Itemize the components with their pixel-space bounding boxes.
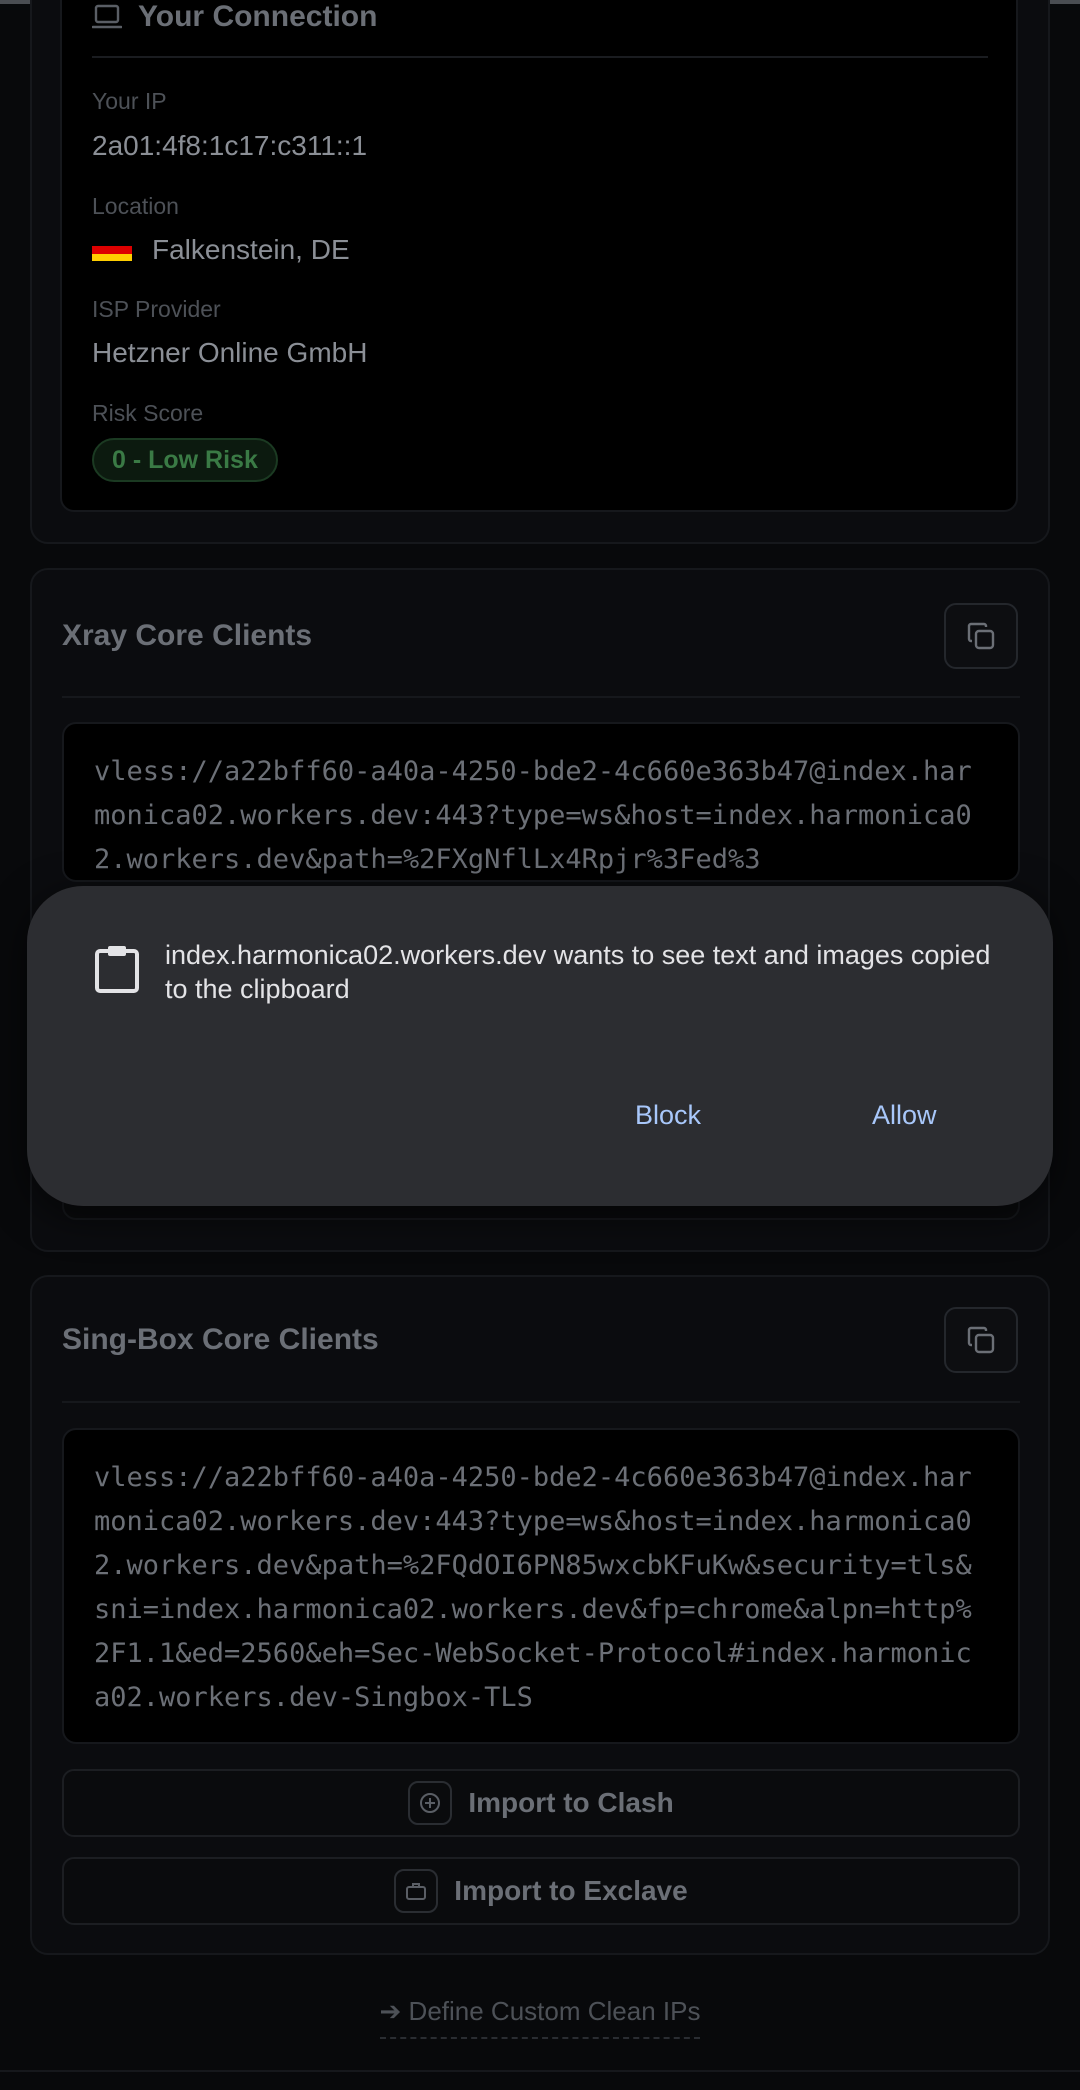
clipboard-icon (93, 944, 141, 999)
location-value: Falkenstein, DE (152, 234, 350, 265)
singbox-copy-button[interactable] (944, 1307, 1018, 1373)
xray-config-box[interactable]: vless://a22bff60-a40a-4250-bde2-4c660e36… (62, 722, 1020, 882)
risk-label: Risk Score (92, 400, 204, 426)
briefcase-icon (394, 1869, 439, 1913)
clipboard-permission-dialog: index.harmonica02.workers.dev wants to s… (27, 886, 1053, 1206)
risk-badge: 0 - Low Risk (92, 438, 278, 482)
location-label: Location (92, 193, 179, 219)
dialog-message: index.harmonica02.workers.dev wants to s… (165, 940, 991, 1004)
singbox-divider (62, 1401, 1020, 1403)
isp-value: Hetzner Online GmbH (92, 337, 368, 368)
block-button[interactable]: Block (625, 1092, 711, 1139)
xray-copy-button[interactable] (944, 603, 1018, 669)
allow-button[interactable]: Allow (862, 1092, 947, 1139)
singbox-config-box[interactable]: vless://a22bff60-a40a-4250-bde2-4c660e36… (62, 1428, 1020, 1744)
import-clash-button[interactable]: Import to Clash (62, 1769, 1020, 1837)
import-exclave-label: Import to Exclave (454, 1875, 688, 1906)
singbox-config-text: vless://a22bff60-a40a-4250-bde2-4c660e36… (94, 1462, 972, 1713)
connection-divider (92, 56, 988, 58)
ip-label: Your IP (92, 88, 167, 114)
connection-title-row: Your Connection (92, 0, 377, 34)
bottom-border (0, 2070, 1080, 2072)
ip-value: 2a01:4f8:1c17:c311::1 (92, 130, 368, 161)
copy-icon (967, 622, 995, 650)
plus-circle-icon (408, 1781, 453, 1825)
isp-label: ISP Provider (92, 296, 221, 322)
laptop-icon (92, 4, 122, 30)
import-clash-label: Import to Clash (468, 1787, 674, 1818)
singbox-card: Sing-Box Core Clients vless://a22bff60-a… (30, 1275, 1050, 1955)
import-exclave-button[interactable]: Import to Exclave (62, 1857, 1020, 1925)
xray-config-text: vless://a22bff60-a40a-4250-bde2-4c660e36… (94, 756, 972, 875)
germany-flag-icon (92, 239, 132, 261)
xray-divider (62, 696, 1020, 698)
define-clean-ips-row: ➔ Define Custom Clean IPs (0, 1996, 1080, 2039)
copy-icon (967, 1326, 995, 1354)
xray-title: Xray Core Clients (62, 619, 313, 652)
define-clean-ips-link[interactable]: ➔ Define Custom Clean IPs (379, 1996, 701, 2039)
connection-title-label: Your Connection (138, 0, 378, 33)
singbox-title: Sing-Box Core Clients (62, 1323, 379, 1356)
location-row: Falkenstein, DE (92, 234, 350, 266)
